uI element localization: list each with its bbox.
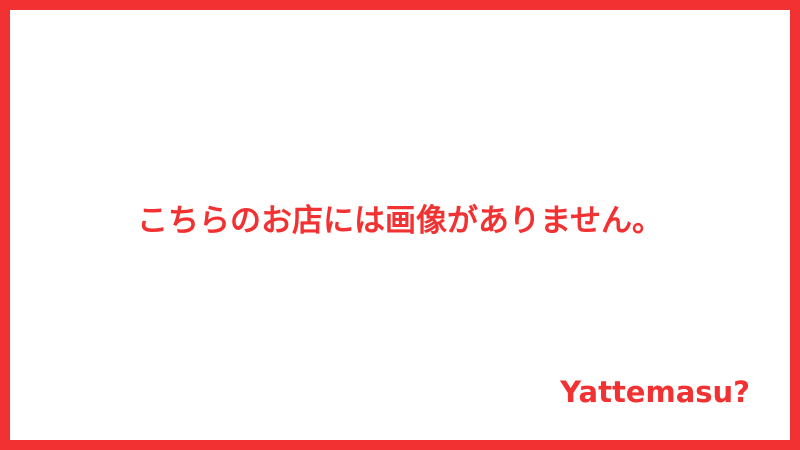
no-image-message: こちらのお店には画像がありません。 (136, 203, 664, 239)
no-image-placeholder: こちらのお店には画像がありません。 Yattemasu? (0, 0, 800, 450)
brand-logo-text: Yattemasu? (560, 375, 750, 409)
